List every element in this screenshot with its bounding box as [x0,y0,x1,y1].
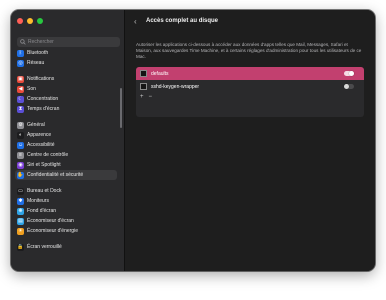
sidebar-item-label: Général [27,122,45,128]
window-controls [17,18,43,24]
app-row[interactable]: defaults [136,67,364,80]
sidebar-item-screen-saver[interactable]: ▤ Économiseur d'écran [15,216,117,226]
remove-app-button[interactable]: − [149,93,153,101]
back-chevron-icon[interactable]: ‹ [134,17,142,27]
screen-saver-icon: ▤ [17,217,24,225]
sidebar-item-focus[interactable]: ☾ Concentration [15,94,117,104]
sidebar-item-label: Économiseur d'énergie [27,228,78,234]
focus-icon: ☾ [17,95,24,103]
sidebar-item-general[interactable]: ⚙ Général [15,120,117,130]
sidebar: ᛒBluetooth◎Réseau▣Notifications◀Son☾Conc… [11,10,125,271]
sidebar-item-bluetooth[interactable]: ᛒ Bluetooth [15,48,117,58]
sidebar-item-label: Économiseur d'écran [27,218,74,224]
sidebar-item-label: Siri et Spotlight [27,162,61,168]
sidebar-item-control-center[interactable]: ≡ Centre de contrôle [15,150,117,160]
access-toggle[interactable] [344,71,354,76]
minimize-window-button[interactable] [27,18,33,24]
sidebar-item-displays[interactable]: ✱ Moniteurs [15,196,117,206]
network-icon: ◎ [17,59,24,67]
sidebar-item-label: Centre de contrôle [27,152,69,158]
sidebar-item-label: Bluetooth [27,50,49,56]
sound-icon: ◀ [17,85,24,93]
app-row[interactable]: sshd-keygen-wrapper [136,80,364,93]
general-icon: ⚙ [17,121,24,129]
search-icon [20,39,26,45]
sidebar-item-label: Notifications [27,76,55,82]
sidebar-item-desktop-dock[interactable]: ▭ Bureau et Dock [15,186,117,196]
sidebar-item-label: Temps d'écran [27,106,60,112]
sidebar-item-label: Concentration [27,96,59,102]
sidebar-item-lock-screen[interactable]: 🔒 Écran verrouillé [15,242,117,252]
sidebar-item-accessibility[interactable]: ☺ Accessibilité [15,140,117,150]
accessibility-icon: ☺ [17,141,24,149]
sidebar-item-label: Confidentialité et sécurité [27,172,84,178]
privacy-hand-icon: ✋ [17,171,24,179]
siri-icon: ◉ [17,161,24,169]
energy-saver-icon: ☀ [17,227,24,235]
sidebar-item-sound[interactable]: ◀ Son [15,84,117,94]
control-center-icon: ≡ [17,151,24,159]
app-list: defaults sshd-keygen-wrapper + − [136,67,364,117]
add-remove-bar: + − [136,93,364,101]
zoom-window-button[interactable] [37,18,43,24]
desktop-dock-icon: ▭ [17,187,24,195]
wallpaper-icon: ❋ [17,207,24,215]
bluetooth-icon: ᛒ [17,49,24,57]
sidebar-item-label: Moniteurs [27,198,49,204]
sidebar-item-privacy-hand[interactable]: ✋ Confidentialité et sécurité [15,170,117,180]
sidebar-item-label: Accessibilité [27,142,55,148]
search-input[interactable] [28,39,118,45]
sidebar-item-label: Fond d'écran [27,208,57,214]
toolbar: ‹ Accès complet au disque [126,10,375,34]
sidebar-item-appearance[interactable]: ◐ Apparence [15,130,117,140]
sidebar-item-notifications[interactable]: ▣ Notifications [15,74,117,84]
sidebar-item-label: Son [27,86,36,92]
sidebar-item-label: Écran verrouillé [27,244,62,250]
screen-time-icon: ⧗ [17,105,24,113]
sidebar-scrollbar[interactable] [120,88,122,128]
description-text: Autoriser les applications ci-dessous à … [136,42,362,59]
terminal-exec-icon [140,83,147,90]
sidebar-item-label: Réseau [27,60,45,66]
search-field[interactable] [17,37,120,47]
displays-icon: ✱ [17,197,24,205]
sidebar-item-screen-time[interactable]: ⧗ Temps d'écran [15,104,117,114]
close-window-button[interactable] [17,18,23,24]
notifications-icon: ▣ [17,75,24,83]
terminal-exec-icon [140,70,147,77]
add-app-button[interactable]: + [140,93,144,101]
page-title: Accès complet au disque [146,18,219,24]
sidebar-item-wallpaper[interactable]: ❋ Fond d'écran [15,206,117,216]
main-pane: ‹ Accès complet au disque Autoriser les … [126,10,375,271]
app-name: defaults [151,70,169,77]
sidebar-item-label: Apparence [27,132,52,138]
app-name: sshd-keygen-wrapper [151,83,200,90]
sidebar-item-network[interactable]: ◎ Réseau [15,58,117,68]
lock-screen-icon: 🔒 [17,243,24,251]
settings-window: ᛒBluetooth◎Réseau▣Notifications◀Son☾Conc… [11,10,375,271]
sidebar-list: ᛒ Bluetooth ◎ Réseau ▣ Notifications ◀ Son ☾ Conc… [11,48,125,271]
access-toggle[interactable] [344,84,354,89]
sidebar-item-label: Bureau et Dock [27,188,62,194]
sidebar-item-siri[interactable]: ◉ Siri et Spotlight [15,160,117,170]
appearance-icon: ◐ [17,131,24,139]
sidebar-item-energy-saver[interactable]: ☀ Économiseur d'énergie [15,226,117,236]
